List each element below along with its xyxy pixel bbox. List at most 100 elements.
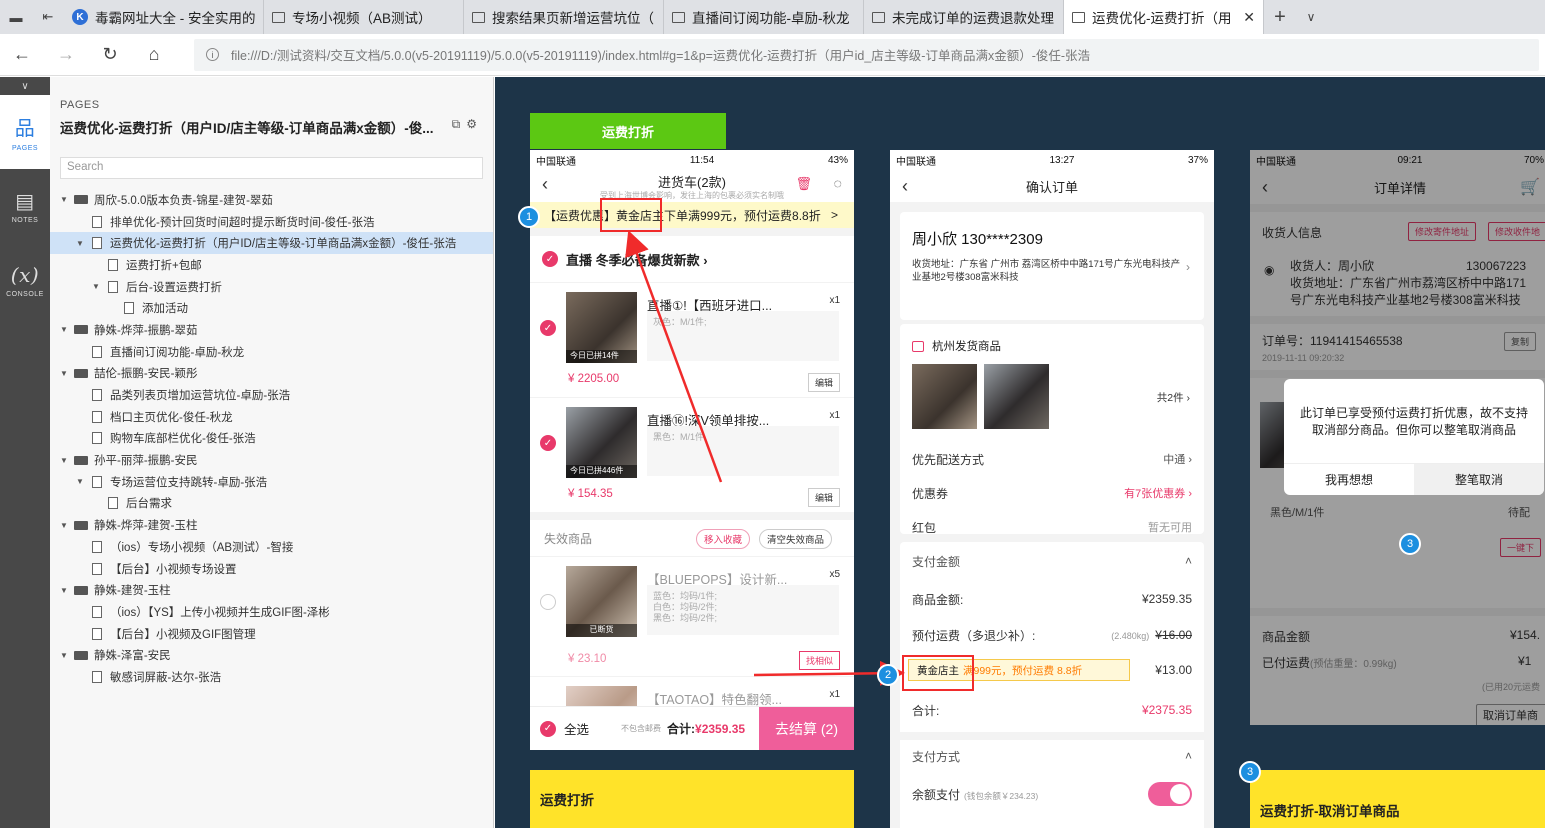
tree-page[interactable]: 排单优化-预计回货时间超时提示断货时间-俊任-张浩 (50, 211, 493, 233)
product-thumbnail[interactable]: 今日已拼446件 (566, 407, 637, 478)
tree-page[interactable]: 【后台】小视频专场设置 (50, 558, 493, 580)
expand-triangle-icon[interactable]: ▼ (74, 239, 86, 248)
tree-page[interactable]: 敏感词屏蔽-达尔-张浩 (50, 666, 493, 688)
browser-tab[interactable]: 未完成订单的运费退款处理 (864, 0, 1064, 34)
tree-page[interactable]: 购物车底部栏优化-俊任-张浩 (50, 428, 493, 450)
rail-notes[interactable]: ▤ NOTES (0, 169, 50, 243)
page-file-icon (92, 237, 102, 250)
browser-tab[interactable]: K 毒霸网址大全 - 安全实用的 (64, 0, 264, 34)
product-thumbnail[interactable]: 今日已拼14件 (566, 292, 637, 363)
address-card[interactable]: 周小欣 130****2309 收货地址：广东省 广州市 荔湾区桥中中路171号… (900, 212, 1204, 320)
window-menu-icon[interactable]: ▬ (0, 0, 32, 34)
tree-page[interactable]: 后台需求 (50, 493, 493, 515)
tree-folder[interactable]: ▼ 静姝-建贺-玉柱 (50, 579, 493, 601)
tree-page[interactable]: 直播间订阅功能-卓励-秋龙 (50, 341, 493, 363)
browser-tab-active[interactable]: 运费优化-运费打折（用 ✕ (1064, 0, 1264, 34)
tree-page[interactable]: 【后台】小视频及GIF图管理 (50, 623, 493, 645)
tree-folder[interactable]: ▼ 静姝-泽富-安民 (50, 644, 493, 666)
pay-method-title[interactable]: 支付方式 ˄ (900, 732, 1204, 772)
refresh-icon[interactable]: ↻ (88, 44, 132, 65)
clear-invalid-button[interactable]: 清空失效商品 (759, 529, 833, 549)
prepaid-freight-row: 预付运费（多退少补）: (2.480kg) ¥16.00 (900, 618, 1204, 652)
forward-arrow-icon[interactable]: → (44, 44, 88, 65)
new-tab-icon[interactable]: + (1264, 0, 1296, 34)
check-icon[interactable]: ✓ (540, 435, 556, 451)
browser-tab[interactable]: 专场小视频（AB测试） (264, 0, 464, 34)
checkout-button[interactable]: 去结算 (2) (759, 707, 854, 750)
expand-triangle-icon[interactable]: ▼ (58, 586, 70, 595)
tree-page[interactable]: ▼ 后台-设置运费打折 (50, 276, 493, 298)
expand-triangle-icon[interactable]: ▼ (58, 195, 70, 204)
tree-label: 后台需求 (126, 498, 172, 511)
expand-triangle-icon[interactable]: ▼ (58, 456, 70, 465)
tree-page[interactable]: 运费打折+包邮 (50, 254, 493, 276)
tree-page[interactable]: ▼ 专场运营位支持跳转-卓励-张浩 (50, 471, 493, 493)
pay-amount-title[interactable]: 支付金额 ˄ (900, 542, 1204, 580)
coupon-row[interactable]: 优惠券 有7张优惠券 › (900, 476, 1204, 510)
back-icon[interactable]: ‹ (902, 176, 908, 197)
expand-triangle-icon[interactable]: ▼ (58, 521, 70, 530)
expand-triangle-icon[interactable]: ▼ (58, 651, 70, 660)
tree-page[interactable]: （ios）【YS】上传小视频并生成GIF图-泽彬 (50, 601, 493, 623)
tree-folder[interactable]: ▼ 喆伦-振鹏-安民-颖彤 (50, 363, 493, 385)
expand-triangle-icon[interactable]: ▼ (74, 477, 86, 486)
goods-thumbnails[interactable]: 共2件 › (900, 364, 1204, 442)
delivery-row[interactable]: 优先配送方式 中通 › (900, 442, 1204, 476)
row-label: 优先配送方式 (912, 452, 985, 467)
notes-icon: ▤ (15, 188, 35, 213)
rail-pages[interactable]: 品 PAGES (0, 95, 50, 169)
home-icon[interactable]: ⌂ (132, 44, 176, 65)
tree-label: 静姝-烨萍-振鹏-翠茹 (94, 324, 198, 337)
url-field[interactable]: i file:///D:/测试资料/交互文档/5.0.0(v5-20191119… (194, 38, 1539, 71)
browser-tab[interactable]: 直播间订阅功能-卓励-秋龙 (664, 0, 864, 34)
sold-tag: 今日已拼14件 (566, 350, 637, 363)
settings-gear-icon[interactable]: ⚙ (466, 117, 483, 131)
tree-label: 喆伦-振鹏-安民-颖彤 (94, 368, 198, 381)
browser-tab[interactable]: 搜索结果页新增运营坑位（ (464, 0, 664, 34)
cancel-all-button[interactable]: 整笔取消 (1414, 464, 1544, 495)
rail-console[interactable]: (x) CONSOLE (0, 243, 50, 317)
tree-page[interactable]: ▼ 运费优化-运费打折（用户ID/店主等级-订单商品满x金额）-俊任-张浩 (50, 232, 493, 255)
edit-button[interactable]: 编辑 (807, 373, 840, 392)
clock: 11:54 (689, 154, 715, 166)
back-arrow-icon[interactable]: ← (0, 44, 44, 65)
select-all[interactable]: ✓ 全选 (540, 719, 589, 738)
edit-button[interactable]: 编辑 (807, 488, 840, 507)
shop-row[interactable]: ✓ 直播 冬季必备爆货新款 › (530, 236, 854, 282)
chat-icon[interactable]: ◌ (834, 175, 842, 191)
tree-label: 静姝-建贺-玉柱 (94, 585, 171, 598)
confirm-order-screen: 中国联通 13:27 37% ‹ 确认订单 周小欣 130****2309 收货… (890, 150, 1214, 828)
open-page-icon[interactable]: ⧉ (452, 117, 467, 131)
tree-folder[interactable]: ▼ 周欣-5.0.0版本负责-锦星-建贺-翠茹 (50, 189, 493, 211)
total-label: 合计: (667, 722, 696, 736)
tab-actions-icon[interactable]: ⇤ (32, 0, 64, 34)
search-input[interactable]: Search (60, 157, 483, 179)
tree-folder[interactable]: ▼ 静姝-烨萍-振鹏-翠茹 (50, 319, 493, 341)
carrier: 中国联通 (896, 156, 936, 168)
dialog-message: 此订单已享受预付运费打折优惠，故不支持取消部分商品。但你可以整笔取消商品 (1299, 406, 1528, 437)
check-icon[interactable]: ✓ (542, 251, 558, 267)
tree-page[interactable]: 品类列表页增加运营坑位-卓励-张浩 (50, 384, 493, 406)
tree-folder[interactable]: ▼ 孙平-丽萍-振鹏-安民 (50, 449, 493, 471)
expand-triangle-icon[interactable]: ▼ (90, 282, 102, 291)
move-to-favorites-button[interactable]: 移入收藏 (696, 529, 751, 549)
tree-folder[interactable]: ▼ 静姝-烨萍-建贺-玉柱 (50, 514, 493, 536)
product-price: ¥ 2205.00 (568, 373, 620, 385)
info-icon[interactable]: i (206, 48, 219, 61)
find-similar-button[interactable]: 找相似 (798, 651, 840, 670)
expand-triangle-icon[interactable]: ▼ (58, 369, 70, 378)
page-file-icon (124, 302, 134, 315)
expand-triangle-icon[interactable]: ▼ (58, 325, 70, 334)
tree-page[interactable]: 档口主页优化-俊任-秋龙 (50, 406, 493, 428)
page-file-icon (108, 258, 118, 271)
tree-page[interactable]: 添加活动 (50, 297, 493, 319)
check-icon[interactable]: ✓ (540, 320, 556, 336)
tree-label: 静姝-烨萍-建贺-玉柱 (94, 520, 198, 533)
close-tab-icon[interactable]: ✕ (1243, 9, 1255, 26)
think-again-button[interactable]: 我再想想 (1284, 464, 1414, 495)
collapse-chevron-icon[interactable]: ∨ (0, 77, 50, 95)
tree-page[interactable]: （ios）专场小视频（AB测试）-智接 (50, 536, 493, 558)
toggle-switch[interactable] (1148, 782, 1192, 806)
freight-discount-banner[interactable]: 【运费优惠】黄金店主下单满999元，预付运费8.8折 > (530, 202, 854, 228)
tab-list-chevron-icon[interactable]: ∨ (1296, 0, 1326, 34)
